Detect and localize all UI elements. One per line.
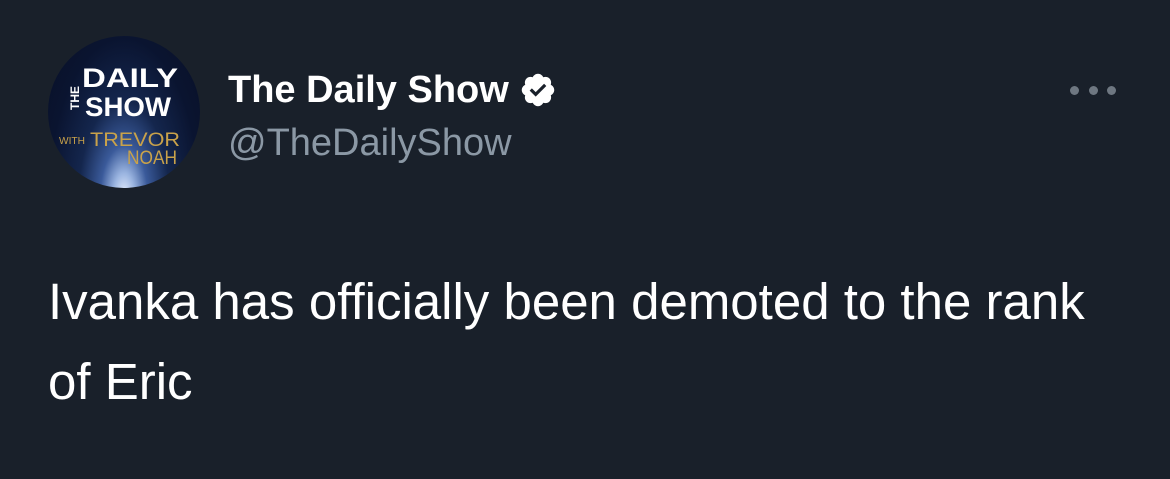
logo-daily: DAILY: [82, 63, 178, 93]
more-dot: [1088, 85, 1098, 95]
logo-with: WITH: [59, 136, 85, 147]
author-avatar[interactable]: THE DAILY SHOW WITH TREVOR NOAH: [48, 36, 200, 188]
author-name-row: The Daily Show: [228, 68, 557, 112]
author-handle[interactable]: @TheDailyShow: [228, 122, 512, 165]
more-dot: [1107, 85, 1116, 95]
logo-noah: NOAH: [127, 148, 177, 169]
logo-the: THE: [68, 86, 82, 110]
more-options-icon[interactable]: [1070, 80, 1116, 100]
more-dot: [1070, 85, 1079, 95]
author-display-name[interactable]: The Daily Show: [228, 69, 509, 112]
tweet-text: Ivanka has officially been demoted to th…: [48, 273, 1099, 410]
logo-show: SHOW: [85, 92, 172, 122]
daily-show-logo: THE DAILY SHOW WITH TREVOR NOAH: [59, 63, 180, 169]
tweet-card: THE DAILY SHOW WITH TREVOR NOAH The Dail…: [0, 0, 1170, 479]
verified-badge-icon: [519, 71, 557, 109]
